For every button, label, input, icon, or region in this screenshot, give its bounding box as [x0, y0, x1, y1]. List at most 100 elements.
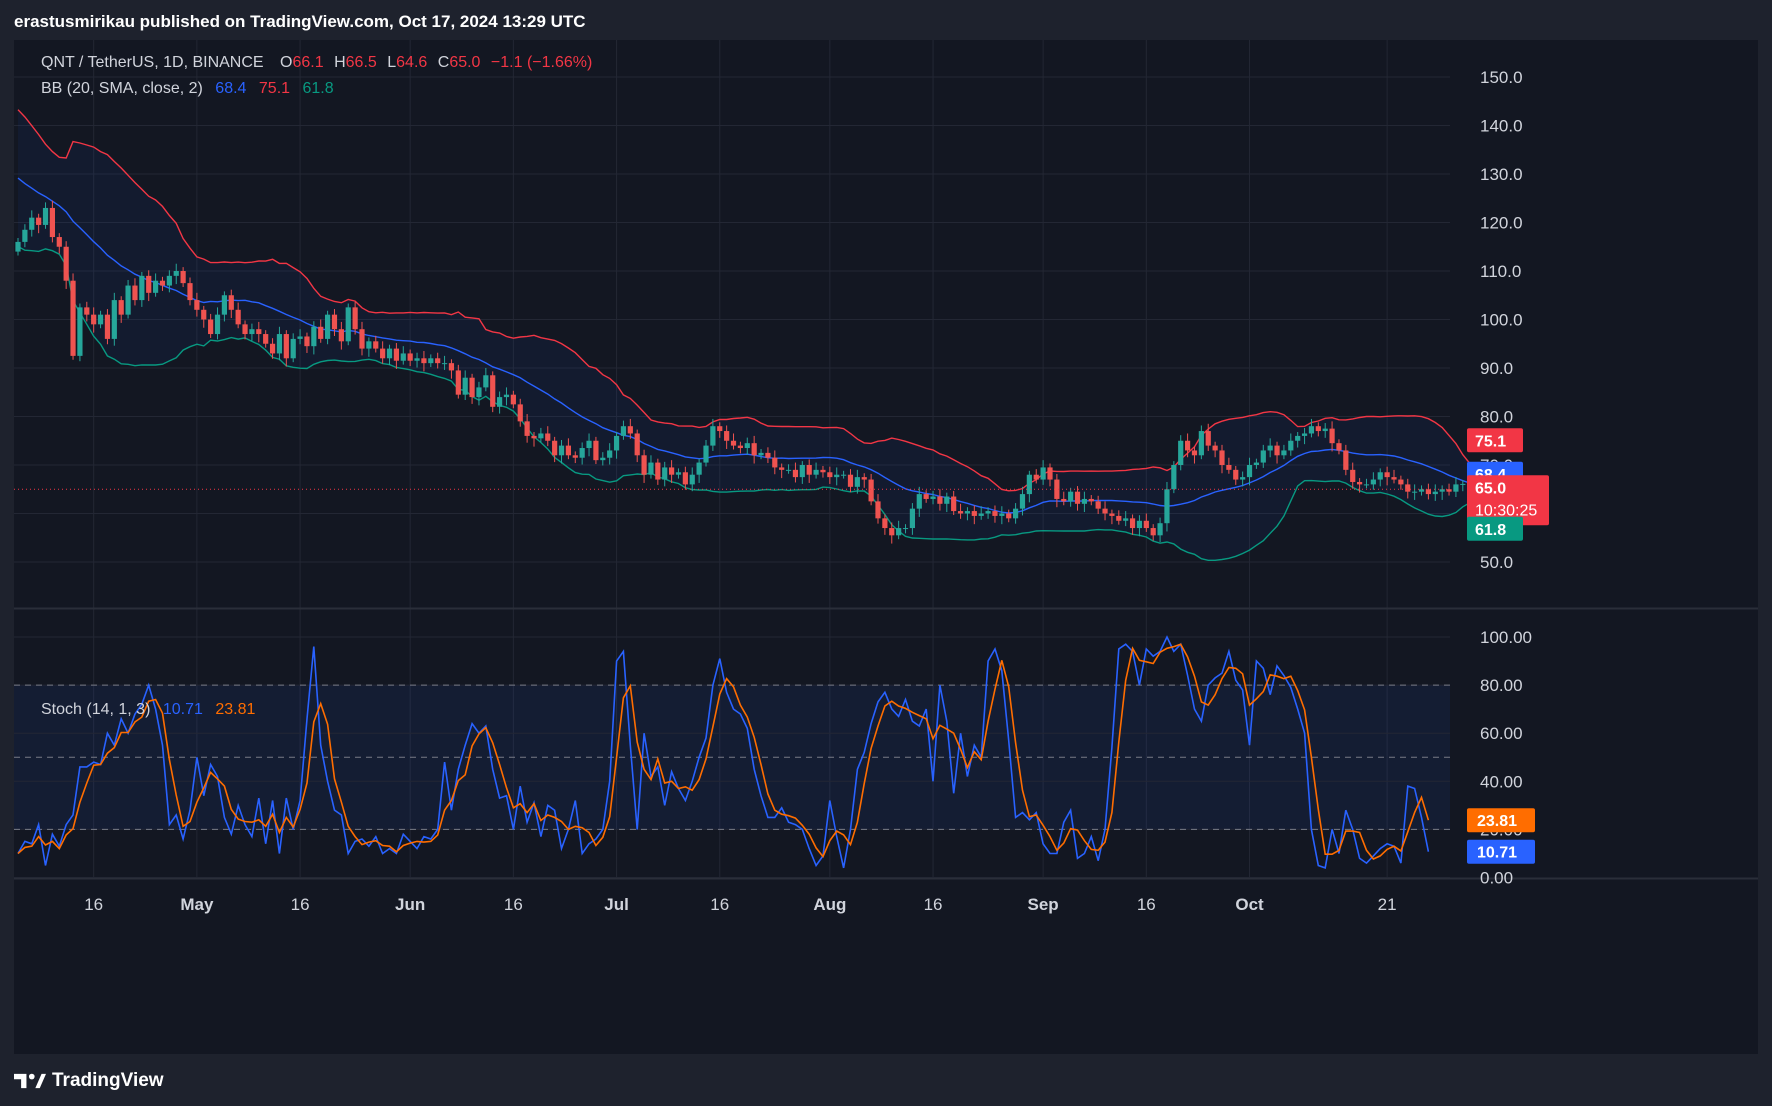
candle-body [441, 363, 448, 365]
candle-body [118, 300, 124, 315]
candle-body [104, 314, 111, 339]
candle-body [1081, 498, 1087, 504]
low-label: L [387, 54, 397, 71]
price-axis-label: 80.0 [1480, 408, 1513, 427]
candle-body [696, 462, 702, 475]
tag-countdown: 10:30:25 [1475, 502, 1537, 519]
candle-body [407, 353, 413, 361]
candle-body [1274, 445, 1280, 456]
candle-body [710, 426, 716, 446]
time-axis-label: May [180, 895, 214, 914]
time-axis-label: Aug [813, 895, 846, 914]
candle-body [1109, 513, 1115, 516]
candle-body [187, 283, 193, 301]
candle-body [1425, 489, 1431, 495]
close-value: 65.0 [449, 54, 481, 71]
candle-body [400, 353, 406, 361]
candle-body [448, 363, 455, 371]
candle-body [125, 285, 131, 315]
candle-body [703, 445, 709, 463]
candle-body [758, 452, 764, 456]
stoch-label[interactable]: Stoch (14, 1, 3) [41, 701, 150, 718]
time-axis-label: 16 [84, 895, 103, 914]
candle-body [1198, 431, 1204, 456]
brand-name: TradingView [52, 1070, 164, 1091]
candle-body [304, 336, 310, 347]
candle-body [1233, 469, 1239, 480]
candle-body [1061, 498, 1067, 502]
open-value: 66.1 [292, 54, 324, 71]
bb-lower-value: 61.8 [302, 80, 334, 97]
candle-body [159, 280, 166, 286]
stoch-d-value: 23.81 [215, 701, 256, 718]
candle-body [882, 518, 888, 529]
candle-body [552, 440, 558, 456]
candle-body [1068, 491, 1074, 502]
candle-body [1143, 520, 1149, 529]
candle-body [951, 496, 957, 512]
tag-stoch-k: 10.71 [1477, 845, 1517, 862]
candle-body [1322, 428, 1328, 432]
candle-body [510, 394, 516, 405]
candle-body [1301, 433, 1308, 436]
candle-body [1129, 518, 1136, 529]
candle-body [1281, 450, 1287, 456]
candle-body [221, 295, 227, 315]
candle-body [1226, 465, 1232, 470]
candle-body [22, 229, 28, 242]
candle-body [503, 394, 510, 398]
candle-body [84, 307, 90, 315]
time-axis-label: 16 [291, 895, 310, 914]
stoch-axis-label: 0.00 [1480, 869, 1513, 888]
candle-body [593, 440, 599, 461]
chart-canvas[interactable]: 150.0140.0130.0120.0110.0100.090.080.070… [14, 40, 1758, 1054]
candle-body [785, 469, 792, 471]
time-axis-label: 16 [1137, 895, 1156, 914]
tag-current-price: 65.0 [1475, 480, 1506, 497]
candle-body [263, 334, 269, 344]
time-axis-label: 16 [924, 895, 943, 914]
candle-body [985, 511, 991, 514]
candle-body [242, 324, 248, 335]
candle-body [1288, 440, 1294, 451]
candle-body [331, 314, 338, 330]
candle-body [1432, 491, 1438, 495]
price-axis-label: 110.0 [1480, 262, 1521, 281]
candle-body [386, 348, 393, 359]
symbol-label[interactable]: QNT / TetherUS, 1D, BINANCE [41, 54, 264, 71]
candle-body [1205, 431, 1211, 446]
candle-body [978, 513, 984, 516]
candle-body [565, 445, 571, 456]
candle-body [1260, 450, 1266, 463]
candle-body [1006, 513, 1012, 519]
chart-area[interactable]: 150.0140.0130.0120.0110.0100.090.080.070… [14, 40, 1758, 1054]
candle-body [1398, 479, 1404, 485]
time-axis-label: Oct [1235, 895, 1264, 914]
tradingview-brand[interactable]: TradingView [14, 1068, 164, 1094]
stoch-axis-label: 80.00 [1480, 676, 1523, 695]
candle-body [15, 241, 21, 252]
time-axis-label: Sep [1028, 895, 1059, 914]
candle-body [77, 307, 83, 356]
candle-body [868, 479, 874, 502]
candle-body [228, 295, 234, 310]
candle-body [613, 435, 620, 451]
candle-body [91, 314, 97, 325]
price-axis-label: 50.0 [1480, 553, 1513, 572]
candle-body [497, 397, 503, 407]
candle-body [1377, 472, 1383, 480]
candle-body [1446, 489, 1452, 492]
candle-body [854, 477, 860, 487]
candle-body [36, 217, 42, 225]
candle-body [56, 237, 62, 247]
candle-body [1336, 443, 1342, 451]
candle-body [455, 370, 461, 395]
bb-label[interactable]: BB (20, SMA, close, 2) [41, 80, 203, 97]
candle-body [902, 528, 909, 530]
candle-body [483, 375, 489, 388]
candle-body [1178, 440, 1184, 465]
candle-body [29, 217, 35, 230]
price-axis-label: 150.0 [1480, 68, 1523, 87]
candle-body [1150, 528, 1156, 536]
candle-body [318, 326, 324, 339]
